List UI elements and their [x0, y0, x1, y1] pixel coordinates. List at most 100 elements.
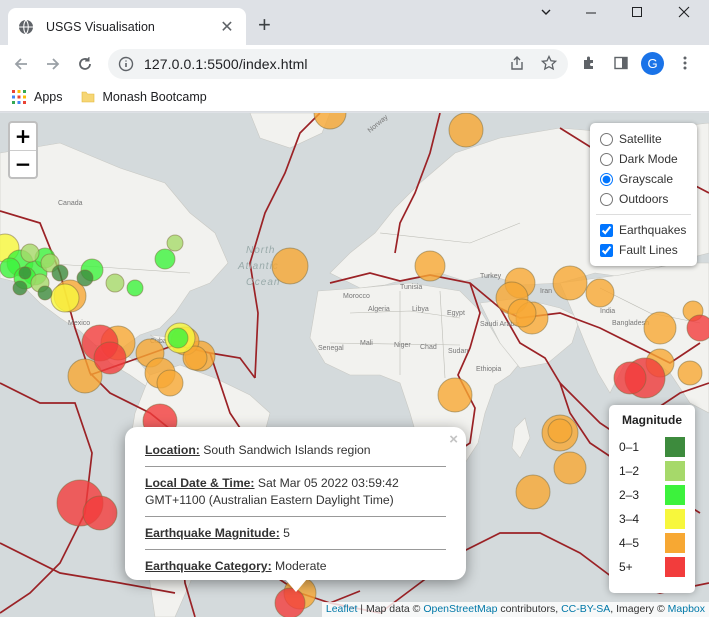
earthquake-marker[interactable] — [437, 377, 473, 413]
popup-location-label: Location: — [145, 443, 200, 457]
tab-close-icon[interactable]: ✕ — [218, 17, 236, 37]
minimize-icon[interactable] — [576, 6, 606, 30]
layer-dark-mode[interactable]: Dark Mode — [600, 149, 691, 169]
osm-link[interactable]: OpenStreetMap — [423, 603, 497, 615]
popup-datetime: Local Date & Time: Sat Mar 05 2022 03:59… — [145, 471, 446, 515]
overlay-label: Fault Lines — [619, 243, 678, 257]
back-icon[interactable] — [9, 52, 33, 76]
url-text[interactable]: 127.0.0.1:5500/index.html — [144, 56, 308, 72]
svg-text:Ocean: Ocean — [246, 277, 280, 288]
layer-dark-mode-radio[interactable] — [600, 152, 613, 166]
popup-close-button[interactable]: × — [449, 431, 458, 448]
layer-separator — [596, 214, 691, 215]
tab-strip: USGS Visualisation ✕ + — [0, 0, 709, 45]
legend-swatch — [665, 485, 685, 505]
earthquake-marker[interactable] — [93, 341, 127, 375]
svg-text:Bangladesh: Bangladesh — [612, 320, 649, 327]
earthquake-marker[interactable] — [18, 266, 32, 280]
legend-row: 1–2 — [619, 459, 685, 483]
reload-icon[interactable] — [73, 52, 97, 76]
extensions-icon[interactable] — [578, 52, 600, 74]
earthquake-marker[interactable] — [76, 269, 94, 287]
new-tab-button[interactable]: + — [258, 14, 271, 36]
overlay-earthquakes-checkbox[interactable] — [600, 223, 613, 237]
legend-label: 3–4 — [619, 512, 640, 526]
earthquake-marker[interactable] — [643, 311, 677, 345]
earthquake-marker[interactable] — [20, 243, 40, 263]
earthquake-marker[interactable] — [51, 264, 69, 282]
earthquake-marker[interactable] — [515, 474, 551, 510]
earthquake-marker[interactable] — [37, 285, 53, 301]
share-icon[interactable] — [506, 52, 528, 74]
zoom-in-button[interactable]: + — [10, 123, 36, 150]
overlay-earthquakes[interactable]: Earthquakes — [600, 220, 691, 240]
earthquake-marker[interactable] — [448, 113, 484, 148]
bookmark-apps[interactable]: Apps — [12, 89, 63, 104]
earthquake-map[interactable]: North Atlantic Ocean Canada Mexico Moroc… — [0, 113, 709, 617]
browser-tab[interactable]: USGS Visualisation ✕ — [8, 8, 246, 45]
overlay-fault-lines-checkbox[interactable] — [600, 243, 613, 257]
layer-outdoors[interactable]: Outdoors — [600, 189, 691, 209]
svg-text:Canada: Canada — [58, 200, 83, 207]
window-close-icon[interactable] — [669, 6, 699, 30]
earthquake-marker[interactable] — [167, 327, 189, 349]
svg-text:North: North — [246, 245, 275, 256]
earthquake-marker[interactable] — [82, 495, 118, 531]
earthquake-marker[interactable] — [414, 250, 446, 282]
earthquake-marker[interactable] — [166, 234, 184, 252]
earthquake-marker[interactable] — [552, 265, 588, 301]
svg-text:Morocco: Morocco — [343, 293, 370, 300]
earthquake-marker[interactable] — [585, 278, 615, 308]
layer-control: Satellite Dark Mode Grayscale Outdoors E… — [590, 123, 697, 266]
popup-magnitude: Earthquake Magnitude: 5 — [145, 521, 446, 548]
layer-satellite[interactable]: Satellite — [600, 129, 691, 149]
svg-text:Algeria: Algeria — [368, 306, 390, 313]
svg-text:Mali: Mali — [360, 340, 373, 347]
bookmark-apps-label: Apps — [34, 89, 63, 104]
earthquake-marker[interactable] — [677, 360, 703, 386]
bookmark-star-icon[interactable] — [538, 52, 560, 74]
legend-swatch — [665, 533, 685, 553]
legend-swatch — [665, 509, 685, 529]
license-link[interactable]: CC-BY-SA — [561, 603, 610, 615]
earthquake-marker[interactable] — [105, 273, 125, 293]
layer-grayscale-radio[interactable] — [600, 172, 613, 186]
layer-satellite-radio[interactable] — [600, 132, 613, 146]
svg-text:Turkey: Turkey — [480, 273, 502, 280]
earthquake-marker[interactable] — [156, 369, 184, 397]
earthquake-marker[interactable] — [271, 247, 309, 285]
overlay-fault-lines[interactable]: Fault Lines — [600, 240, 691, 260]
bookmark-monash-folder[interactable]: Monash Bootcamp — [81, 90, 207, 104]
legend-swatch — [665, 437, 685, 457]
forward-icon[interactable] — [41, 52, 65, 76]
earthquake-marker[interactable] — [154, 248, 176, 270]
earthquake-marker[interactable] — [553, 451, 587, 485]
svg-text:Tunisia: Tunisia — [400, 284, 422, 291]
address-bar[interactable]: 127.0.0.1:5500/index.html — [108, 49, 568, 79]
earthquake-marker[interactable] — [507, 298, 537, 328]
layer-outdoors-radio[interactable] — [600, 192, 613, 206]
earthquake-marker[interactable] — [274, 587, 306, 617]
maximize-icon[interactable] — [622, 6, 652, 30]
apps-grid-icon — [12, 89, 26, 104]
earthquake-marker[interactable] — [50, 283, 80, 313]
mapbox-link[interactable]: Mapbox — [668, 603, 705, 615]
earthquake-marker[interactable] — [613, 361, 647, 395]
earthquake-marker[interactable] — [126, 279, 144, 297]
bookmark-folder-label: Monash Bootcamp — [102, 89, 207, 104]
profile-avatar[interactable]: G — [641, 52, 664, 75]
site-info-icon[interactable] — [118, 56, 134, 72]
earthquake-marker[interactable] — [12, 280, 28, 296]
attribution-text: , Imagery © — [610, 603, 668, 615]
side-panel-icon[interactable] — [610, 52, 632, 74]
layer-grayscale[interactable]: Grayscale — [600, 169, 691, 189]
tab-search-icon[interactable] — [531, 6, 561, 30]
menu-kebab-icon[interactable] — [674, 52, 696, 74]
legend-row: 5+ — [619, 555, 685, 579]
magnitude-legend: Magnitude 0–1 1–2 2–3 3–4 4–5 5+ — [609, 405, 695, 593]
legend-label: 2–3 — [619, 488, 640, 502]
leaflet-link[interactable]: Leaflet — [326, 603, 358, 615]
zoom-out-button[interactable]: − — [10, 150, 36, 177]
earthquake-marker[interactable] — [686, 314, 709, 342]
earthquake-marker[interactable] — [547, 418, 573, 444]
